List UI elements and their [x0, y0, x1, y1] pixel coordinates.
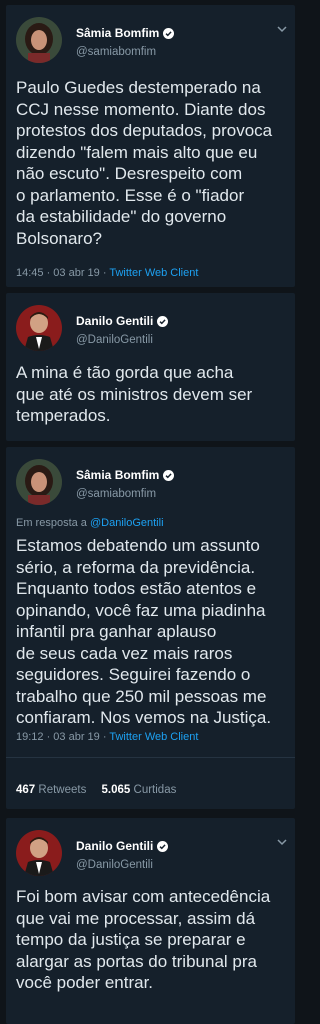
tweet-meta: 14:45 · 03 abr 19 · Twitter Web Client [16, 267, 198, 279]
chevron-down-icon[interactable] [277, 25, 287, 33]
author-handle[interactable]: @samiabomfim [76, 488, 156, 500]
tweet-text: Foi bom avisar com antecedência que vai … [16, 887, 271, 992]
tweet-card-2[interactable]: Danilo Gentili @DaniloGentili A mina é t… [6, 293, 295, 441]
retweets-stat[interactable]: 467 Retweets [16, 784, 90, 796]
author-name[interactable]: Danilo Gentili [76, 839, 153, 853]
verified-badge-icon [163, 469, 175, 481]
tweet-text: Paulo Guedes destemperado na CCJ nesse m… [16, 78, 273, 248]
chevron-down-icon[interactable] [277, 838, 287, 846]
avatar-photo [16, 17, 62, 63]
tweet-stats: 467 Retweets 5.065 Curtidas [16, 784, 176, 796]
avatar[interactable] [16, 459, 62, 505]
tweet-text: Estamos debatendo um assunto sério, a re… [16, 536, 272, 727]
author-name[interactable]: Sâmia Bomfim [76, 26, 159, 40]
tweet-card-3[interactable]: Sâmia Bomfim @samiabomfim Em resposta a … [6, 447, 295, 809]
divider [6, 757, 295, 758]
tweet-timestamp[interactable]: 14:45 · 03 abr 19 · [16, 267, 107, 279]
verified-badge-icon [157, 315, 169, 327]
avatar[interactable] [16, 17, 62, 63]
avatar[interactable] [16, 305, 62, 351]
author-handle[interactable]: @DaniloGentili [76, 334, 153, 346]
verified-badge-icon [163, 27, 175, 39]
author-name[interactable]: Sâmia Bomfim [76, 468, 159, 482]
likes-count: 5.065 [101, 784, 131, 796]
reply-context: Em resposta a @DaniloGentili [16, 517, 164, 529]
author-handle[interactable]: @samiabomfim [76, 46, 156, 58]
tweet-meta: 19:12 · 03 abr 19 · Twitter Web Client [16, 731, 198, 743]
retweets-label: Retweets [38, 784, 87, 796]
retweets-count: 467 [16, 784, 36, 796]
likes-label: Curtidas [133, 784, 177, 796]
avatar[interactable] [16, 830, 62, 876]
tweet-text: A mina é tão gorda que acha que até os m… [16, 363, 253, 425]
reply-prefix: Em resposta a [16, 517, 87, 529]
avatar-photo [16, 830, 62, 876]
likes-stat[interactable]: 5.065 Curtidas [102, 784, 177, 796]
reply-mention-link[interactable]: @DaniloGentili [90, 517, 164, 529]
verified-badge-icon [157, 840, 169, 852]
author-name[interactable]: Danilo Gentili [76, 314, 153, 328]
tweet-card-4[interactable]: Danilo Gentili @DaniloGentili Foi bom av… [6, 818, 295, 1024]
avatar-photo [16, 305, 62, 351]
author-handle[interactable]: @DaniloGentili [76, 859, 153, 871]
tweet-card-1[interactable]: Sâmia Bomfim @samiabomfim Paulo Guedes d… [6, 5, 295, 287]
tweet-client[interactable]: Twitter Web Client [109, 267, 198, 279]
tweet-timestamp[interactable]: 19:12 · 03 abr 19 · [16, 731, 107, 743]
tweet-client[interactable]: Twitter Web Client [109, 731, 198, 743]
avatar-photo [16, 459, 62, 505]
